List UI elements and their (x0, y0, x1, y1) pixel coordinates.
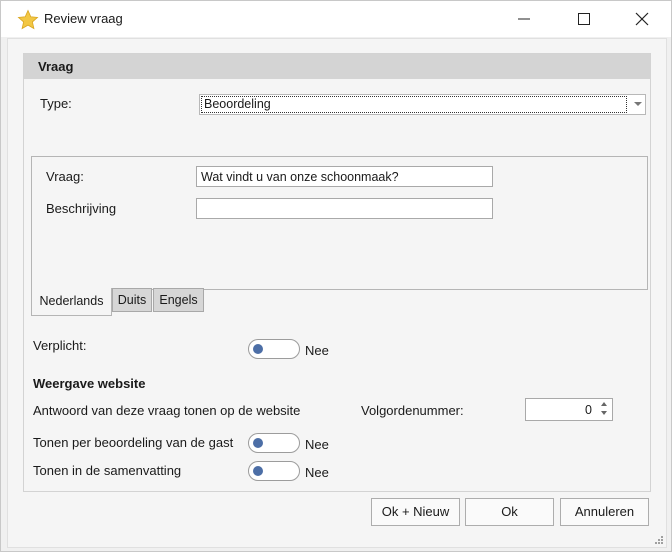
vraag-input-value: Wat vindt u van onze schoonmaak? (201, 170, 399, 184)
minimize-icon (518, 18, 530, 20)
toggle-knob (253, 466, 263, 476)
panel-title: Vraag (38, 59, 74, 74)
panel-header: Vraag (24, 54, 650, 79)
volgordenummer-spinner[interactable]: 0 (525, 398, 613, 421)
vraag-panel: Vraag Type: Beoordeling Vraag: Wat vindt… (23, 53, 651, 492)
maximize-icon (578, 13, 590, 25)
tab-label: Engels (159, 293, 198, 307)
show-on-website-label: Antwoord van deze vraag tonen op de webs… (33, 403, 301, 418)
weergave-website-heading: Weergave website (33, 376, 146, 391)
window-title: Review vraag (44, 11, 123, 26)
spin-down-icon[interactable] (601, 411, 607, 415)
tab-label: Nederlands (39, 294, 104, 308)
beschrijving-input[interactable] (196, 198, 493, 219)
ok-new-button[interactable]: Ok + Nieuw (371, 498, 460, 526)
beschrijving-label: Beschrijving (46, 201, 117, 216)
type-label: Type: (40, 96, 72, 111)
close-icon (635, 12, 649, 26)
volgordenummer-value: 0 (585, 403, 592, 417)
tab-duits[interactable]: Duits (112, 288, 152, 312)
per-guest-label: Tonen per beoordeling van de gast (33, 435, 234, 450)
summary-label: Tonen in de samenvatting (33, 463, 182, 478)
tab-engels[interactable]: Engels (153, 288, 204, 312)
review-vraag-window: Review vraag Vraag Type: Beoordeling Vra… (0, 0, 672, 552)
type-dropdown[interactable]: Beoordeling (199, 94, 646, 115)
minimize-button[interactable] (501, 1, 547, 37)
resize-grip-icon[interactable] (654, 535, 664, 545)
chevron-down-icon (634, 102, 642, 106)
close-button[interactable] (619, 1, 665, 37)
verplicht-toggle[interactable] (248, 339, 300, 359)
summary-toggle[interactable] (248, 461, 300, 481)
title-bar[interactable]: Review vraag (1, 1, 671, 37)
maximize-button[interactable] (561, 1, 607, 37)
verplicht-label: Verplicht: (33, 338, 87, 353)
cancel-button[interactable]: Annuleren (560, 498, 649, 526)
language-content-box: Vraag: Wat vindt u van onze schoonmaak? … (31, 156, 648, 290)
tab-nederlands[interactable]: Nederlands (31, 288, 112, 316)
spin-up-icon[interactable] (601, 402, 607, 406)
summary-state: Nee (305, 465, 329, 480)
toggle-knob (253, 344, 263, 354)
vraag-label: Vraag: (46, 169, 84, 184)
per-guest-toggle[interactable] (248, 433, 300, 453)
verplicht-state: Nee (305, 343, 329, 358)
vraag-input[interactable]: Wat vindt u van onze schoonmaak? (196, 166, 493, 187)
type-value: Beoordeling (204, 97, 271, 111)
toggle-knob (253, 438, 263, 448)
tab-label: Duits (117, 293, 147, 307)
per-guest-state: Nee (305, 437, 329, 452)
ok-button[interactable]: Ok (465, 498, 554, 526)
volgordenummer-label: Volgordenummer: (361, 403, 464, 418)
dialog-content: Vraag Type: Beoordeling Vraag: Wat vindt… (7, 38, 667, 548)
star-icon (17, 9, 39, 30)
